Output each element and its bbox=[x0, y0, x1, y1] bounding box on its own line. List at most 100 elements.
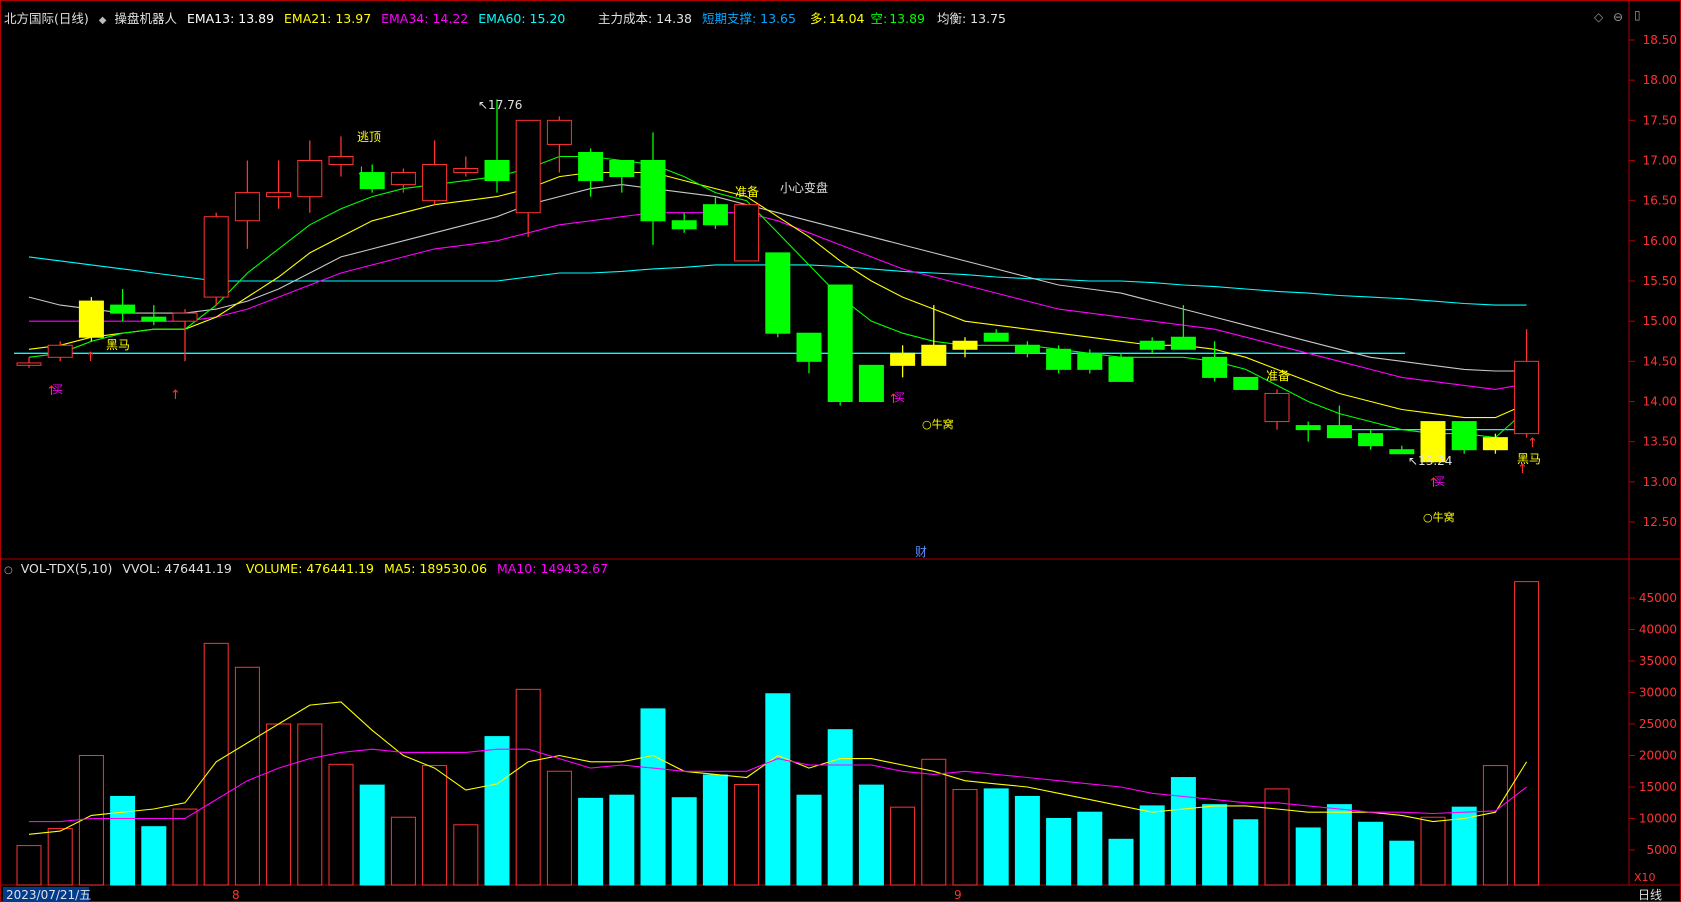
price-tick-label: 16.50 bbox=[1643, 194, 1677, 208]
vol-indicator-name[interactable]: VOL-TDX(5,10) bbox=[21, 561, 113, 576]
candle-body bbox=[827, 284, 853, 402]
month-9-label: 9 bbox=[954, 888, 962, 902]
up-arrow: ↑ bbox=[1517, 462, 1528, 477]
candle-body bbox=[609, 160, 635, 178]
price-tick-label: 17.50 bbox=[1643, 113, 1677, 127]
volume-bar bbox=[1326, 804, 1352, 886]
candle-body bbox=[1451, 421, 1477, 451]
volume-bar bbox=[47, 828, 73, 886]
volume-bar bbox=[16, 845, 42, 886]
volume-bar bbox=[234, 666, 260, 886]
candle-body bbox=[172, 312, 198, 322]
candle-body bbox=[1108, 356, 1134, 382]
duo-value: 14.04 bbox=[828, 11, 865, 26]
volume-value: VOLUME: 476441.19 bbox=[245, 561, 374, 576]
volume-bar bbox=[1170, 777, 1196, 886]
volume-bar bbox=[734, 783, 760, 886]
candle-body bbox=[1264, 392, 1290, 423]
prepare-label-2: 准备 bbox=[1266, 369, 1290, 383]
settings-icon[interactable]: ⊖ bbox=[1613, 10, 1623, 24]
vol-tick-label: 40000 bbox=[1639, 623, 1677, 637]
candle-body bbox=[765, 252, 791, 334]
high-price-label: ↖17.76 bbox=[478, 98, 522, 112]
vol-tick-label: 25000 bbox=[1639, 717, 1677, 731]
candle-body bbox=[546, 119, 572, 145]
candle-body bbox=[578, 151, 604, 182]
kong-value: 13.89 bbox=[889, 11, 926, 26]
candle-body bbox=[234, 192, 260, 222]
diamond-icon[interactable]: ◇ bbox=[1594, 10, 1603, 24]
dropdown-icon[interactable]: ◆ bbox=[99, 15, 107, 26]
vol-tick-label: 10000 bbox=[1639, 812, 1677, 826]
vol-ma5-value: MA5: 189530.06 bbox=[383, 561, 488, 576]
main-cost-value: 主力成本: 14.38 bbox=[598, 11, 692, 26]
volume-bar bbox=[796, 794, 822, 886]
volume-bar bbox=[1358, 821, 1384, 886]
volume-bar bbox=[1014, 795, 1040, 886]
volume-bar bbox=[172, 808, 198, 886]
candle-body bbox=[1233, 376, 1259, 390]
candle-body bbox=[1482, 437, 1508, 451]
candle-body bbox=[983, 332, 1009, 342]
price-tick-label: 14.00 bbox=[1643, 395, 1677, 409]
stock-title[interactable]: 北方国际(日线) bbox=[4, 11, 89, 26]
niuwo-label: ○牛窝 bbox=[922, 417, 954, 431]
short-support-value: 短期支撑: 13.65 bbox=[701, 11, 796, 26]
ema13-value: EMA13: 13.89 bbox=[186, 11, 275, 26]
volume-bar bbox=[1139, 805, 1165, 886]
candle-body bbox=[1046, 348, 1072, 370]
balance-header: 多: 14.04 空: 13.89 均衡: 13.75 bbox=[810, 8, 1012, 27]
candle-body bbox=[1326, 425, 1352, 439]
buy-label: 买 bbox=[52, 383, 63, 396]
candle-body bbox=[734, 204, 760, 262]
volume-bar bbox=[390, 816, 416, 886]
vvol-value: VVOL: 476441.19 bbox=[122, 561, 232, 576]
date-start-label: 2023/07/21/五 bbox=[6, 888, 91, 902]
candle-body bbox=[1139, 340, 1165, 350]
candle-body bbox=[110, 304, 136, 314]
stock-chart-window: 18.50 18.00 17.50 17.00 16.50 16.00 15.50 15.00… bbox=[0, 0, 1681, 902]
candle-body bbox=[1295, 425, 1321, 431]
volume-bar bbox=[702, 774, 728, 886]
candle-body bbox=[1202, 356, 1228, 378]
ema21-value: EMA21: 13.97 bbox=[284, 11, 372, 26]
candle-body bbox=[266, 192, 292, 198]
volume-bar bbox=[546, 770, 572, 886]
up-arrow: ↑ bbox=[85, 350, 96, 365]
candle-body bbox=[890, 352, 916, 366]
volume-bar bbox=[484, 736, 510, 886]
candle-body bbox=[453, 168, 479, 174]
candle-body bbox=[1358, 433, 1384, 447]
candle-body bbox=[390, 172, 416, 186]
vol-collapse-icon[interactable]: ○ bbox=[4, 565, 13, 576]
escape-top-label: 逃顶 bbox=[357, 130, 381, 144]
volume-bar bbox=[765, 693, 791, 886]
prepare-label: 准备 bbox=[735, 185, 759, 199]
panel-icon[interactable]: ▯ bbox=[1634, 8, 1641, 22]
up-arrow: ↑ bbox=[1527, 436, 1538, 451]
escape-top-arrow: ↓ bbox=[356, 165, 367, 180]
candle-body bbox=[1014, 344, 1040, 354]
niuwo-label-2: ○牛窝 bbox=[1423, 510, 1455, 524]
volume-bar bbox=[827, 729, 853, 886]
volume-bar bbox=[671, 797, 697, 886]
vol-tick-label: 15000 bbox=[1639, 780, 1677, 794]
volume-bar bbox=[609, 794, 635, 886]
volume-bar bbox=[515, 688, 541, 886]
ema60-value: EMA60: 15.20 bbox=[478, 11, 566, 26]
price-tick-label: 18.00 bbox=[1643, 73, 1677, 87]
volume-bar bbox=[1108, 838, 1134, 886]
price-tick-label: 14.50 bbox=[1643, 354, 1677, 368]
cai-label: 财 bbox=[915, 545, 927, 559]
candle-body bbox=[484, 160, 510, 182]
up-arrow: ↑ bbox=[170, 388, 181, 403]
candle-body bbox=[297, 160, 323, 198]
indicator-name[interactable]: 操盘机器人 bbox=[114, 11, 177, 26]
volume-bar bbox=[858, 784, 884, 886]
chart-canvas[interactable]: 18.50 18.00 17.50 17.00 16.50 16.00 15.50 15.00… bbox=[0, 0, 1681, 902]
candle-body bbox=[1170, 336, 1196, 350]
volume-bar bbox=[141, 826, 167, 886]
volume-bar bbox=[921, 758, 947, 886]
volume-bar bbox=[578, 797, 604, 886]
vol-tick-label: 20000 bbox=[1639, 749, 1677, 763]
